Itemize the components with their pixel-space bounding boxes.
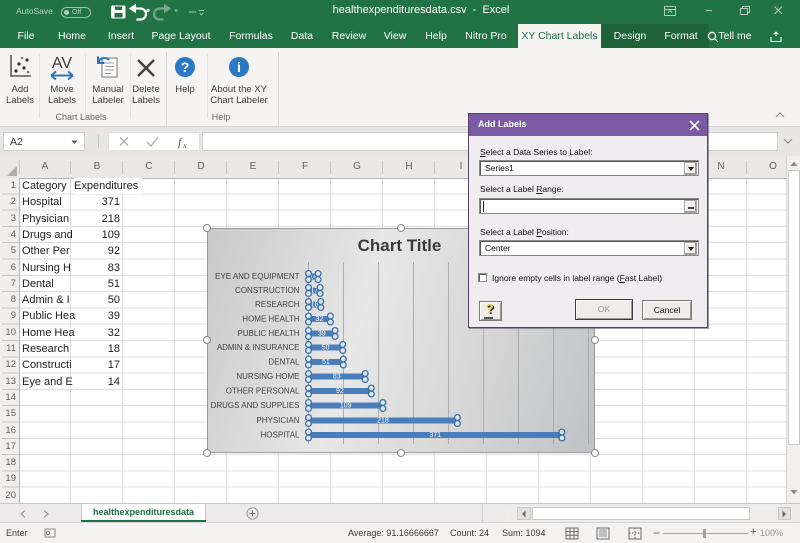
svg-text:83: 83 [333,374,341,381]
svg-text:i: i [237,59,241,75]
svg-text:DENTAL: DENTAL [269,358,301,367]
svg-text:ADMIN & INSURANCE: ADMIN & INSURANCE [217,343,300,352]
svg-text:HOME HEALTH: HOME HEALTH [242,315,299,324]
svg-text:51: 51 [322,359,330,366]
svg-text:109: 109 [340,403,352,410]
svg-text:CONSTRUCTION: CONSTRUCTION [235,286,300,295]
svg-text:x: x [182,141,187,150]
svg-text:32: 32 [316,316,324,323]
svg-text:92: 92 [336,388,344,395]
svg-text:OTHER PERSONAL: OTHER PERSONAL [226,387,300,396]
svg-text:AV: AV [52,55,72,72]
svg-text:PUBLIC HEALTH: PUBLIC HEALTH [237,329,299,338]
svg-text:50: 50 [322,345,330,352]
svg-text:371: 371 [429,432,441,439]
svg-text:DRUGS AND SUPPLIES: DRUGS AND SUPPLIES [211,401,300,410]
svg-text:218: 218 [377,418,389,425]
svg-text:Chart Title: Chart Title [358,236,442,255]
svg-text:39: 39 [318,331,326,338]
svg-text:EYE AND EQUIPMENT: EYE AND EQUIPMENT [215,272,300,281]
svg-text:PHYSICIAN: PHYSICIAN [256,416,299,425]
svg-text:NURSING HOME: NURSING HOME [236,372,299,381]
svg-text:?: ? [181,59,190,75]
svg-text:RESEARCH: RESEARCH [255,300,300,309]
svg-text:HOSPITAL: HOSPITAL [261,431,301,440]
